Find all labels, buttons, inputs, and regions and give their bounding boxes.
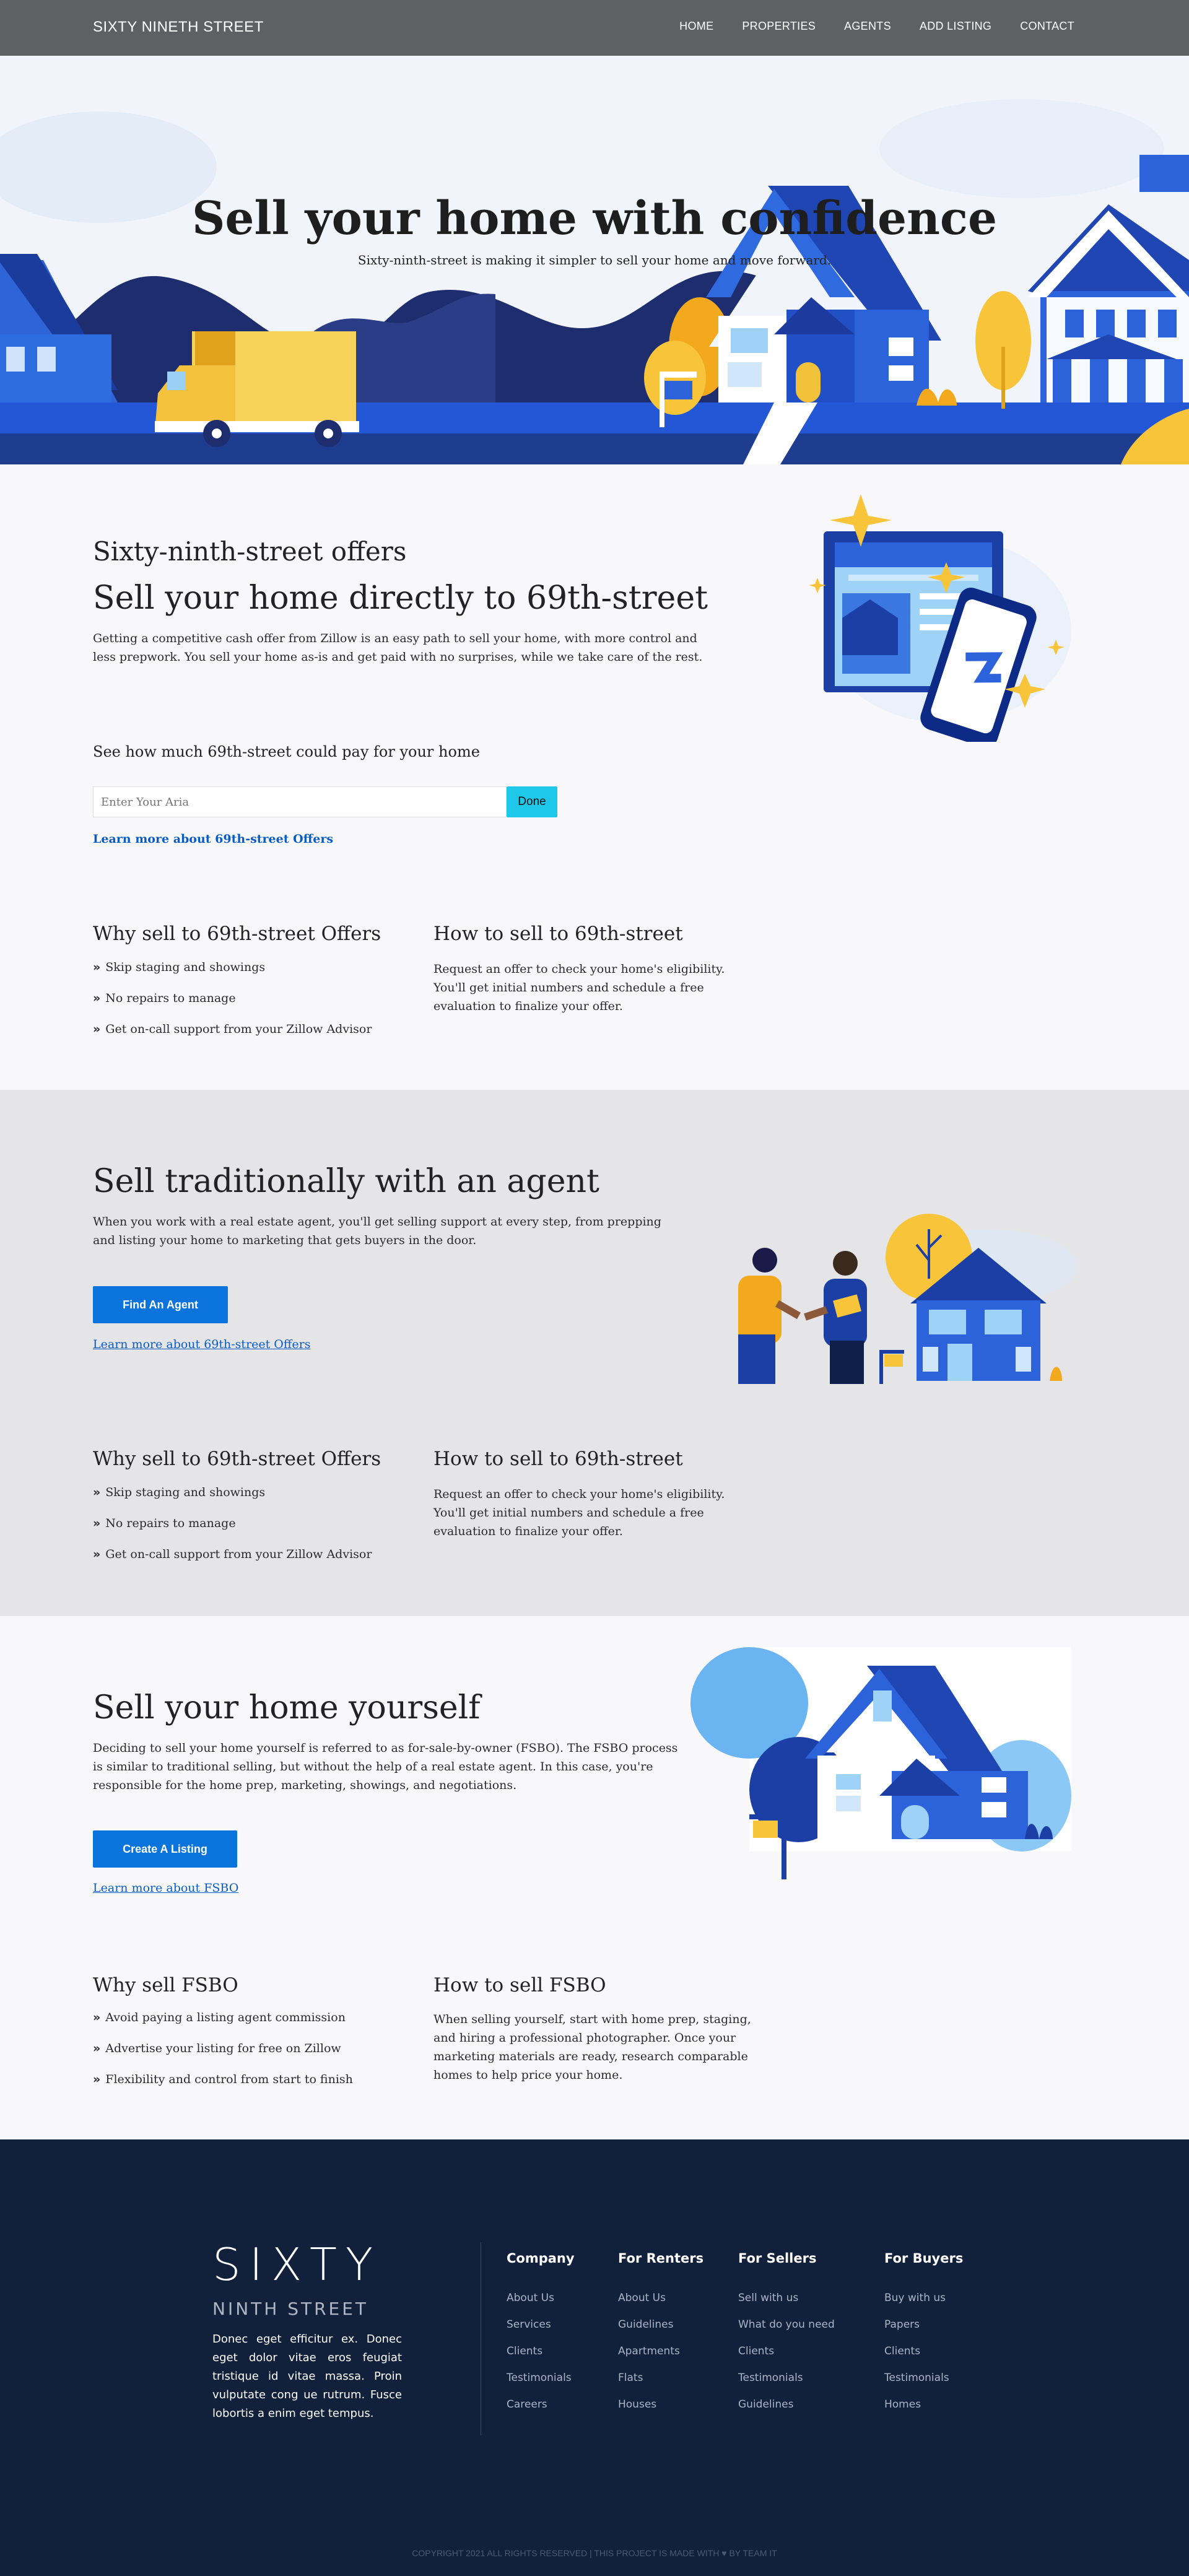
footer-column-title: For Sellers	[738, 2251, 817, 2266]
hero-subtitle: Sixty-ninth-street is making it simpler …	[357, 253, 832, 268]
nav-link-properties[interactable]: PROPERTIES	[742, 20, 816, 33]
footer-link[interactable]: Sell with us	[738, 2292, 835, 2304]
footer-link[interactable]: About Us	[618, 2292, 703, 2304]
area-input[interactable]	[93, 786, 507, 817]
agent-body: When you work with a real estate agent, …	[93, 1215, 661, 1247]
footer-link[interactable]: Buy with us	[884, 2292, 963, 2304]
footer-column-title: Company	[507, 2251, 575, 2266]
list-item: » No repairs to manage	[93, 991, 236, 1005]
agent-section: Sell traditionally with an agent When yo…	[0, 1090, 1189, 1616]
list-item: » Get on-call support from your Zillow Ad…	[93, 1547, 372, 1561]
footer-link[interactable]: Papers	[884, 2318, 963, 2331]
fsbo-illustration	[690, 1647, 1071, 1879]
offers-calc-title: See how much 69th-street could pay for y…	[93, 743, 480, 760]
footer-link[interactable]: About Us	[507, 2292, 575, 2304]
create-listing-button[interactable]: Create A Listing	[93, 1830, 237, 1868]
footer-description: Donec eget efficitur ex. Donec eget dolo…	[212, 2333, 402, 2420]
list-item: » Get on-call support from your Zillow Ad…	[93, 1022, 372, 1036]
nav-link-agents[interactable]: AGENTS	[844, 20, 891, 33]
hero-title: Sell your home with confidence	[191, 192, 998, 245]
agent-illustration	[738, 1214, 1078, 1384]
list-item: » Skip staging and showings	[93, 960, 266, 974]
hero-banner: Sell your home with confidence Sixty-nin…	[0, 56, 1189, 464]
copyright-text: COPYRIGHT 2021 ALL RIGHTS RESERVED | THI…	[412, 2548, 777, 2558]
fsbo-how-title: How to sell FSBO	[433, 1974, 606, 1996]
footer-column-sellers: For Sellers Sell with us What do you nee…	[738, 2251, 835, 2425]
offers-why-list: » Skip staging and showings » No repairs t…	[93, 960, 372, 1053]
footer-link[interactable]: Houses	[618, 2398, 703, 2411]
fsbo-learn-more-link[interactable]: Learn more about FSBO	[93, 1881, 238, 1895]
list-item: » Skip staging and showings	[93, 1486, 266, 1499]
offers-eyebrow: Sixty-ninth-street offers	[93, 536, 407, 567]
footer-link[interactable]: Testimonials	[507, 2372, 575, 2384]
list-item: » Avoid paying a listing agent commission	[93, 2011, 346, 2024]
footer-link[interactable]: Guidelines	[738, 2398, 835, 2411]
footer-link[interactable]: What do you need	[738, 2318, 835, 2331]
offers-how-body: Request an offer to check your home's el…	[433, 962, 725, 1013]
agent-why-list: » Skip staging and showings » No repairs t…	[93, 1485, 372, 1578]
footer-link[interactable]: Services	[507, 2318, 575, 2331]
footer-link[interactable]: Apartments	[618, 2345, 703, 2357]
nav-links: HOME PROPERTIES AGENTS ADD LISTING CONTA…	[679, 20, 1074, 33]
site-footer: SIXTY NINTH STREET Donec eget efficitur …	[0, 2139, 1189, 2576]
footer-link[interactable]: Testimonials	[738, 2372, 835, 2384]
footer-link[interactable]: Homes	[884, 2398, 963, 2411]
agent-why-title: Why sell to 69th-street Offers	[93, 1448, 381, 1470]
list-item: » Flexibility and control from start to f…	[93, 2073, 353, 2086]
done-button[interactable]: Done	[507, 786, 557, 817]
list-item: » Advertise your listing for free on Zill…	[93, 2042, 341, 2055]
footer-link[interactable]: Careers	[507, 2398, 575, 2411]
agent-learn-more-link[interactable]: Learn more about 69th-street Offers	[93, 1338, 310, 1351]
nav-link-home[interactable]: HOME	[679, 20, 713, 33]
fsbo-why-list: » Avoid paying a listing agent commission…	[93, 2010, 353, 2103]
footer-column-company: Company About Us Services Clients Testim…	[507, 2251, 575, 2425]
fsbo-section: Sell your home yourself Deciding to sell…	[0, 1616, 1189, 2139]
footer-link[interactable]: Clients	[507, 2345, 575, 2357]
offers-how-title: How to sell to 69th-street	[433, 923, 683, 945]
offers-body: Getting a competitive cash offer from Zi…	[93, 632, 703, 664]
fsbo-how-body: When selling yourself, start with home p…	[433, 2012, 751, 2082]
top-navbar: SIXTY NINETH STREET HOME PROPERTIES AGEN…	[0, 0, 1189, 56]
agent-title: Sell traditionally with an agent	[93, 1163, 599, 1200]
offers-why-title: Why sell to 69th-street Offers	[93, 923, 381, 945]
nav-link-add-listing[interactable]: ADD LISTING	[920, 20, 991, 33]
footer-link[interactable]: Guidelines	[618, 2318, 703, 2331]
fsbo-title: Sell your home yourself	[93, 1689, 481, 1726]
offers-title: Sell your home directly to 69th-street	[93, 580, 708, 617]
footer-link[interactable]: Clients	[884, 2345, 963, 2357]
list-item: » No repairs to manage	[93, 1516, 236, 1530]
footer-link[interactable]: Testimonials	[884, 2372, 963, 2384]
agent-how-body: Request an offer to check your home's el…	[433, 1487, 725, 1538]
fsbo-body: Deciding to sell your home yourself is r…	[93, 1741, 678, 1792]
footer-column-renters: For Renters About Us Guidelines Apartmen…	[618, 2251, 703, 2425]
footer-link[interactable]: Flats	[618, 2372, 703, 2384]
footer-logo: SIXTY	[212, 2239, 381, 2291]
brand-logo[interactable]: SIXTY NINETH STREET	[93, 19, 264, 36]
footer-logo-subtitle: NINTH STREET	[212, 2299, 369, 2319]
nav-link-contact[interactable]: CONTACT	[1020, 20, 1074, 33]
footer-column-title: For Renters	[618, 2251, 704, 2266]
offers-section: Sixty-ninth-street offers Sell your home…	[0, 464, 1189, 1090]
find-agent-button[interactable]: Find An Agent	[93, 1286, 228, 1323]
offers-learn-more-link[interactable]: Learn more about 69th-street Offers	[93, 832, 333, 846]
footer-column-buyers: For Buyers Buy with us Papers Clients Te…	[884, 2251, 963, 2425]
agent-how-title: How to sell to 69th-street	[433, 1448, 683, 1470]
offers-illustration	[809, 494, 1071, 742]
footer-column-title: For Buyers	[884, 2251, 964, 2266]
fsbo-why-title: Why sell FSBO	[93, 1974, 238, 1996]
footer-link[interactable]: Clients	[738, 2345, 835, 2357]
